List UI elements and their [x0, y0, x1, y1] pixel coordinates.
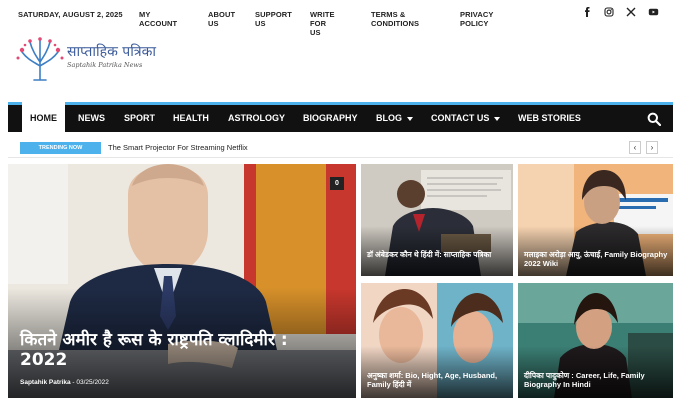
trending-next-button[interactable]: ›	[646, 141, 658, 154]
nav-news[interactable]: NEWS	[78, 105, 105, 132]
featured-article[interactable]: 0 कितने अमीर है रूस के राष्ट्रपति व्लादि…	[8, 164, 356, 398]
nav-contact-label: CONTACT US	[431, 113, 490, 123]
card-title[interactable]: मलाइका अरोड़ा आयु, ऊंचाई, Family Biograp…	[524, 250, 669, 268]
youtube-icon[interactable]	[648, 7, 659, 17]
terms-link[interactable]: TERMS & CONDITIONS	[371, 10, 419, 28]
privacy-policy-link[interactable]: PRIVACY POLICY	[460, 10, 493, 28]
tree-logo-icon	[16, 37, 64, 81]
chevron-down-icon	[494, 116, 501, 121]
article-card[interactable]: मलाइका अरोड़ा आयु, ऊंचाई, Family Biograp…	[518, 164, 673, 276]
nav-health[interactable]: HEALTH	[173, 105, 209, 132]
trending-badge: TRENDING NOW	[20, 142, 101, 154]
social-icons	[582, 7, 659, 17]
featured-meta: Saptahik Patrika - 03/25/2022	[20, 379, 109, 386]
logo-tagline: Saptahik Patrika News	[67, 61, 143, 69]
article-card[interactable]: अनुष्का शर्मा: Bio, Hight, Age, Husband,…	[361, 283, 513, 398]
top-bar: SATURDAY, AUGUST 2, 2025 MY ACCOUNT ABOU…	[0, 0, 680, 37]
featured-date: 03/25/2022	[76, 379, 109, 386]
search-icon[interactable]	[647, 112, 661, 126]
instagram-icon[interactable]	[604, 7, 614, 17]
nav-web-stories[interactable]: WEB STORIES	[518, 105, 581, 132]
trending-prev-button[interactable]: ‹	[629, 141, 641, 154]
support-us-link[interactable]: SUPPORT US	[255, 10, 292, 28]
featured-author[interactable]: Saptahik Patrika	[20, 379, 71, 386]
facebook-icon[interactable]	[582, 7, 592, 17]
trending-bar: TRENDING NOW The Smart Projector For Str…	[8, 138, 673, 158]
nav-home[interactable]: HOME	[22, 102, 65, 132]
main-nav: HOME NEWS SPORT HEALTH ASTROLOGY BIOGRAP…	[8, 102, 673, 132]
about-us-link[interactable]: ABOUT US	[208, 10, 235, 28]
card-title[interactable]: दीपिका पादुकोण : Career, Life, Family Bi…	[524, 371, 669, 389]
featured-title[interactable]: कितने अमीर है रूस के राष्ट्रपति व्लादिमी…	[20, 330, 320, 371]
write-for-us-link[interactable]: WRITE FOR US	[310, 10, 335, 37]
page: { "topbar": { "date": "SATURDAY, AUGUST …	[0, 0, 680, 409]
my-account-link[interactable]: MY ACCOUNT	[139, 10, 177, 28]
logo-name: साप्ताहिक पत्रिका	[67, 44, 156, 60]
nav-sport[interactable]: SPORT	[124, 105, 155, 132]
chevron-down-icon	[407, 116, 413, 121]
card-title[interactable]: अनुष्का शर्मा: Bio, Hight, Age, Husband,…	[367, 371, 509, 389]
current-date: SATURDAY, AUGUST 2, 2025	[18, 10, 123, 19]
x-twitter-icon[interactable]	[626, 7, 636, 17]
article-card[interactable]: दीपिका पादुकोण : Career, Life, Family Bi…	[518, 283, 673, 398]
nav-contact-us[interactable]: CONTACT US	[431, 105, 501, 132]
trending-headline[interactable]: The Smart Projector For Streaming Netfli…	[108, 143, 248, 152]
nav-biography[interactable]: BIOGRAPHY	[303, 105, 358, 132]
article-card[interactable]: डॉ अंबेडकर कौन थे हिंदी में: साप्ताहिक प…	[361, 164, 513, 276]
comment-count: 0	[330, 177, 344, 190]
nav-blog-label: BLOG	[376, 113, 402, 123]
site-logo[interactable]: साप्ताहिक पत्रिका Saptahik Patrika News	[14, 36, 174, 84]
nav-blog[interactable]: BLOG	[376, 105, 413, 132]
card-title[interactable]: डॉ अंबेडकर कौन थे हिंदी में: साप्ताहिक प…	[367, 250, 509, 259]
nav-astrology[interactable]: ASTROLOGY	[228, 105, 285, 132]
